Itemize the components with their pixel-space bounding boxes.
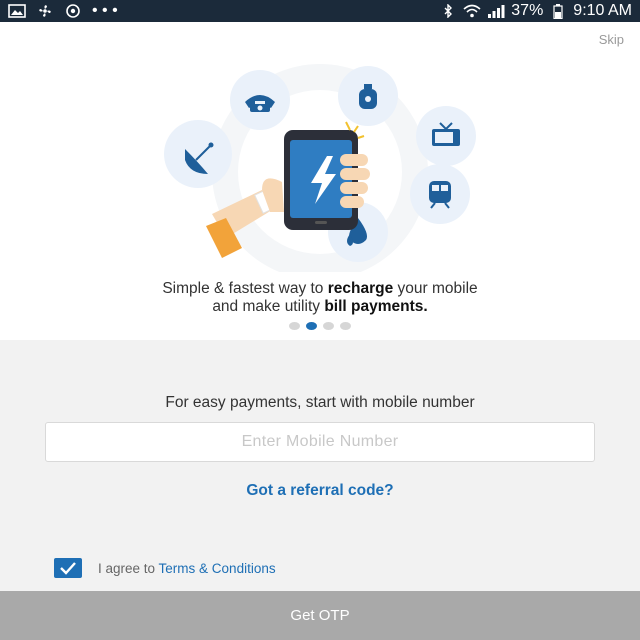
mobile-number-input[interactable] (45, 422, 595, 462)
mobile-prompt: For easy payments, start with mobile num… (165, 394, 475, 411)
checkmark-icon (60, 562, 76, 575)
recharge-illustration (164, 64, 476, 272)
telephone-icon (230, 70, 290, 130)
fan-icon (36, 4, 54, 18)
carousel-dot-active[interactable] (306, 322, 317, 330)
onboarding-card[interactable]: Skip Simple & fastest way to recharge yo… (0, 22, 640, 340)
status-bar: • • • 37% 9:10 AM (0, 0, 640, 22)
bluetooth-icon (439, 4, 457, 18)
satellite-dish-icon (164, 120, 232, 188)
tagline-line-1: Simple & fastest way to recharge your mo… (162, 280, 478, 297)
get-otp-button[interactable]: Get OTP (0, 591, 640, 640)
referral-code-link[interactable]: Got a referral code? (0, 482, 640, 500)
tv-icon (416, 106, 476, 166)
terms-agreement-row: I agree to Terms & Conditions (54, 558, 276, 578)
battery-percent: 37% (511, 2, 544, 19)
status-bar-left: • • • (8, 2, 118, 20)
image-icon (8, 4, 26, 18)
train-icon (410, 164, 470, 224)
status-time: 9:10 AM (573, 2, 632, 19)
terms-conditions-link[interactable]: Terms & Conditions (159, 561, 276, 576)
gas-cylinder-icon (338, 66, 398, 126)
carousel-indicator (0, 322, 640, 330)
onboarding-tagline: Simple & fastest way to recharge your mo… (0, 280, 640, 316)
battery-icon (549, 3, 567, 19)
carousel-dot[interactable] (340, 322, 351, 330)
terms-checkbox[interactable] (54, 558, 82, 578)
carousel-dot[interactable] (289, 322, 300, 330)
wifi-icon (463, 4, 481, 18)
tagline-line-2: and make utility bill payments. (212, 298, 428, 315)
more-dots-icon: • • • (92, 2, 118, 19)
signal-icon (487, 4, 505, 18)
terms-text: I agree to Terms & Conditions (98, 560, 276, 576)
sync-icon (64, 4, 82, 18)
status-bar-right: 37% 9:10 AM (439, 2, 632, 20)
carousel-dot[interactable] (323, 322, 334, 330)
